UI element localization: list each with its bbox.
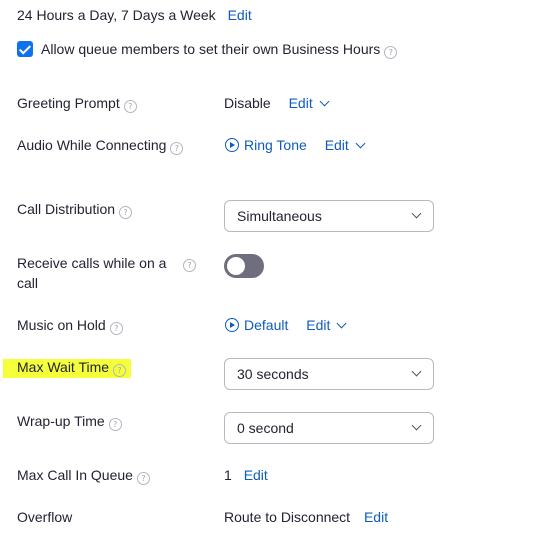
allow-own-hours-row: Allow queue members to set their own Bus… [41,39,398,59]
wrap-up-time-label-row: Wrap-up Time? [17,411,122,431]
ring-tone-label: Ring Tone [244,137,307,153]
music-on-hold-value-row: Default Edit [225,315,347,335]
music-on-hold-edit-link[interactable]: Edit [306,317,347,333]
call-distribution-label-row: Call Distribution? [17,199,133,219]
allow-own-hours-label: Allow queue members to set their own Bus… [41,41,381,57]
allow-own-hours-checkbox[interactable] [17,41,33,57]
chevron-down-icon [355,138,366,149]
max-call-in-queue-value: 1 [224,467,232,483]
call-distribution-label: Call Distribution [17,201,116,217]
chevron-down-icon [411,366,422,377]
audio-while-connecting-label-row: Audio While Connecting? [17,135,184,155]
toggle-knob [227,257,245,275]
help-icon[interactable]: ? [170,142,184,155]
receive-calls-label-line1: Receive calls while on a [17,255,167,271]
overflow-label: Overflow [17,509,73,525]
audio-while-connecting-edit-link[interactable]: Edit [324,137,366,153]
help-icon[interactable]: ? [123,100,137,113]
play-circle-icon [225,318,239,332]
play-circle-icon [225,138,239,152]
help-icon[interactable]: ? [119,206,133,219]
music-on-hold-play-link[interactable]: Default [225,317,288,333]
receive-calls-label-line2: call [17,275,39,291]
help-icon[interactable]: ? [109,322,123,335]
call-distribution-selected: Simultaneous [237,208,322,224]
music-on-hold-label: Music on Hold [17,317,106,333]
business-hours-row: 24 Hours a Day, 7 Days a Week Edit [17,5,252,25]
help-icon[interactable]: ? [384,46,398,59]
audio-while-connecting-label: Audio While Connecting [17,137,167,153]
chevron-down-icon [336,318,347,329]
overflow-label-row: Overflow [17,507,72,527]
overflow-edit-link[interactable]: Edit [364,509,388,525]
max-call-in-queue-value-row: 1 Edit [224,465,268,485]
help-icon[interactable]: ? [136,472,150,485]
max-wait-time-label: Max Wait Time [17,359,110,375]
receive-calls-label-row: Receive calls while on a call [17,253,166,293]
overflow-value: Route to Disconnect [224,509,351,525]
chevron-down-icon [411,420,422,431]
greeting-prompt-label: Greeting Prompt [17,95,120,111]
ring-tone-play-link[interactable]: Ring Tone [225,137,307,153]
receive-calls-toggle[interactable] [224,254,264,278]
audio-while-connecting-edit-label: Edit [324,137,349,153]
max-call-in-queue-label: Max Call In Queue [17,467,133,483]
max-wait-time-select[interactable]: 30 seconds [224,358,434,390]
greeting-prompt-edit-link[interactable]: Edit [288,95,330,111]
max-wait-time-selected: 30 seconds [237,366,309,382]
music-on-hold-value: Default [244,317,289,333]
wrap-up-time-select[interactable]: 0 second [224,412,434,444]
greeting-prompt-label-row: Greeting Prompt? [17,93,137,113]
max-call-in-queue-label-row: Max Call In Queue? [17,465,150,485]
greeting-prompt-value: Disable [224,95,271,111]
chevron-down-icon [319,96,330,107]
help-icon[interactable]: ? [108,418,122,431]
overflow-value-row: Route to Disconnect Edit [224,507,388,527]
music-on-hold-label-row: Music on Hold? [17,315,123,335]
greeting-prompt-value-row: Disable Edit [224,93,330,113]
wrap-up-time-label: Wrap-up Time [17,413,105,429]
music-on-hold-edit-label: Edit [306,317,331,333]
max-wait-time-label-row: Max Wait Time? [17,357,127,377]
wrap-up-time-selected: 0 second [237,420,294,436]
call-distribution-select[interactable]: Simultaneous [224,200,434,232]
max-call-in-queue-edit-link[interactable]: Edit [244,467,268,483]
business-hours-edit-link[interactable]: Edit [228,7,252,23]
audio-while-connecting-value-row: Ring Tone Edit [225,135,366,155]
business-hours-text: 24 Hours a Day, 7 Days a Week [17,7,216,23]
help-icon[interactable]: ? [183,259,196,272]
help-icon[interactable]: ? [113,364,127,377]
chevron-down-icon [411,208,422,219]
greeting-prompt-edit-label: Edit [288,95,313,111]
